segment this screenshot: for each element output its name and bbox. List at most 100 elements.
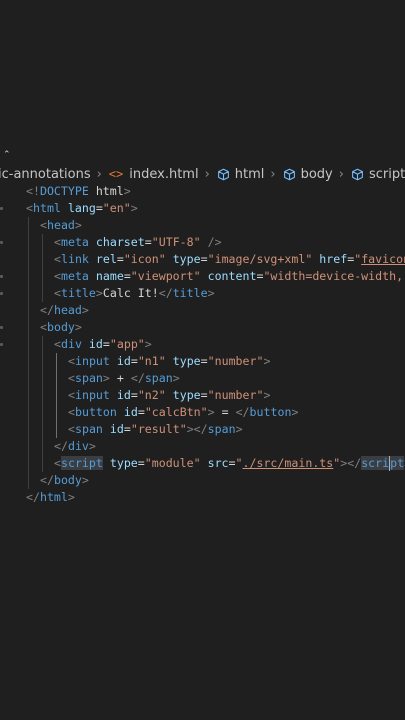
- code-line-content: <span> + </span>: [68, 370, 180, 387]
- indent-guide: [42, 336, 43, 353]
- code-token: <: [54, 252, 61, 266]
- code-line-content: </head>: [40, 302, 89, 319]
- code-line[interactable]: <meta charset="UTF-8" />: [0, 234, 405, 251]
- indent-guide: [42, 251, 43, 268]
- fold-marker[interactable]: [0, 326, 3, 329]
- code-line[interactable]: <input id="n2" type="number">: [0, 387, 405, 404]
- indent-guide: [28, 472, 29, 489]
- code-token: >: [291, 405, 299, 419]
- code-token: =: [137, 456, 145, 470]
- code-line[interactable]: <link rel="icon" type="image/svg+xml" hr…: [0, 251, 405, 268]
- indent-guide: [42, 234, 43, 251]
- indent-guide: [28, 234, 29, 251]
- code-line-content: <title>Calc It!</title>: [54, 285, 215, 302]
- code-line[interactable]: </div>: [0, 438, 405, 455]
- code-token: input: [74, 354, 110, 368]
- indent-guide: [28, 285, 29, 302]
- breadcrumb: ic-annotations › <> index.html › html › …: [0, 164, 405, 184]
- code-token: "number": [207, 354, 264, 368]
- html-file-icon: <>: [108, 167, 124, 181]
- code-token-highlighted: pt: [390, 456, 405, 470]
- code-token: div: [67, 439, 89, 453]
- code-token: rel: [95, 252, 117, 266]
- code-token: "calcBtn": [144, 405, 208, 419]
- code-line[interactable]: <head>: [0, 217, 405, 234]
- code-line[interactable]: <body>: [0, 319, 405, 336]
- code-line-content: </div>: [54, 438, 96, 455]
- code-token: id: [116, 354, 131, 368]
- cube-icon: [283, 168, 295, 180]
- code-token: </: [54, 439, 68, 453]
- code-line-content: <div id="app">: [54, 336, 152, 353]
- chevron-right-icon: ›: [96, 166, 102, 182]
- code-token: >: [74, 218, 82, 232]
- code-editor[interactable]: ⌃ ic-annotations › <> index.html › html …: [0, 0, 405, 720]
- indent-guide: [42, 455, 43, 472]
- code-line[interactable]: <title>Calc It!</title>: [0, 285, 405, 302]
- fold-marker[interactable]: [0, 241, 3, 244]
- indent-guide: [28, 302, 29, 319]
- code-token: type: [172, 388, 201, 402]
- code-token: ></: [340, 456, 362, 470]
- code-token: title: [172, 286, 208, 300]
- code-line[interactable]: </html>: [0, 489, 405, 506]
- code-token: <: [40, 320, 47, 334]
- code-token: >: [67, 490, 75, 504]
- fold-marker[interactable]: [0, 207, 3, 210]
- code-token: =: [95, 201, 103, 215]
- code-token: =: [123, 422, 131, 436]
- code-line[interactable]: <!DOCTYPE html>: [0, 183, 405, 200]
- code-line-content: <script type="module" src="./src/main.ts…: [54, 455, 405, 472]
- code-token: "n2": [137, 388, 166, 402]
- indent-guide: [28, 404, 29, 421]
- code-token-link: ./src/main.ts: [242, 456, 334, 470]
- breadcrumb-symbol-html[interactable]: html: [217, 167, 264, 182]
- breadcrumb-folder[interactable]: ic-annotations: [0, 167, 91, 182]
- chevron-up-icon[interactable]: ⌃: [3, 151, 11, 160]
- code-token: Calc It!: [102, 286, 159, 300]
- code-token: id: [116, 388, 131, 402]
- breadcrumb-symbol-body[interactable]: body: [283, 167, 333, 182]
- indent-guide: [28, 455, 29, 472]
- fold-marker[interactable]: [0, 343, 3, 346]
- breadcrumb-file[interactable]: <> index.html: [109, 167, 199, 182]
- code-token: <: [68, 354, 75, 368]
- chevron-right-icon: ›: [204, 166, 210, 182]
- indent-guide: [56, 370, 57, 387]
- chevron-right-icon: ›: [270, 166, 276, 182]
- code-token: content: [207, 269, 257, 283]
- breadcrumb-symbol-script[interactable]: script: [351, 167, 405, 182]
- code-line[interactable]: <button id="calcBtn"> = </button>: [0, 404, 405, 421]
- code-token: =: [130, 388, 138, 402]
- code-area[interactable]: <!DOCTYPE html> <html lang="en"> <head> <me…: [0, 183, 405, 506]
- code-line[interactable]: <div id="app">: [0, 336, 405, 353]
- code-line[interactable]: <html lang="en">: [0, 200, 405, 217]
- code-token: name: [95, 269, 124, 283]
- code-token: >: [81, 303, 89, 317]
- code-line[interactable]: <span> + </span>: [0, 370, 405, 387]
- code-token: <: [54, 286, 61, 300]
- code-line[interactable]: <span id="result"></span>: [0, 421, 405, 438]
- code-line[interactable]: <script type="module" src="./src/main.ts…: [0, 455, 405, 472]
- cube-icon: [352, 168, 363, 180]
- indent-guide: [56, 404, 57, 421]
- indent-guide: [42, 370, 43, 387]
- code-token: =: [102, 337, 110, 351]
- code-line[interactable]: <meta name="viewport" content="width=dev…: [0, 268, 405, 285]
- code-line[interactable]: </body>: [0, 472, 405, 489]
- code-token: id: [88, 337, 103, 351]
- code-line[interactable]: </head>: [0, 302, 405, 319]
- fold-marker[interactable]: [0, 275, 3, 278]
- code-line[interactable]: <input id="n1" type="number">: [0, 353, 405, 370]
- code-token: "width=device-width, i: [263, 269, 405, 283]
- fold-marker[interactable]: [0, 292, 3, 295]
- code-token: >: [235, 422, 243, 436]
